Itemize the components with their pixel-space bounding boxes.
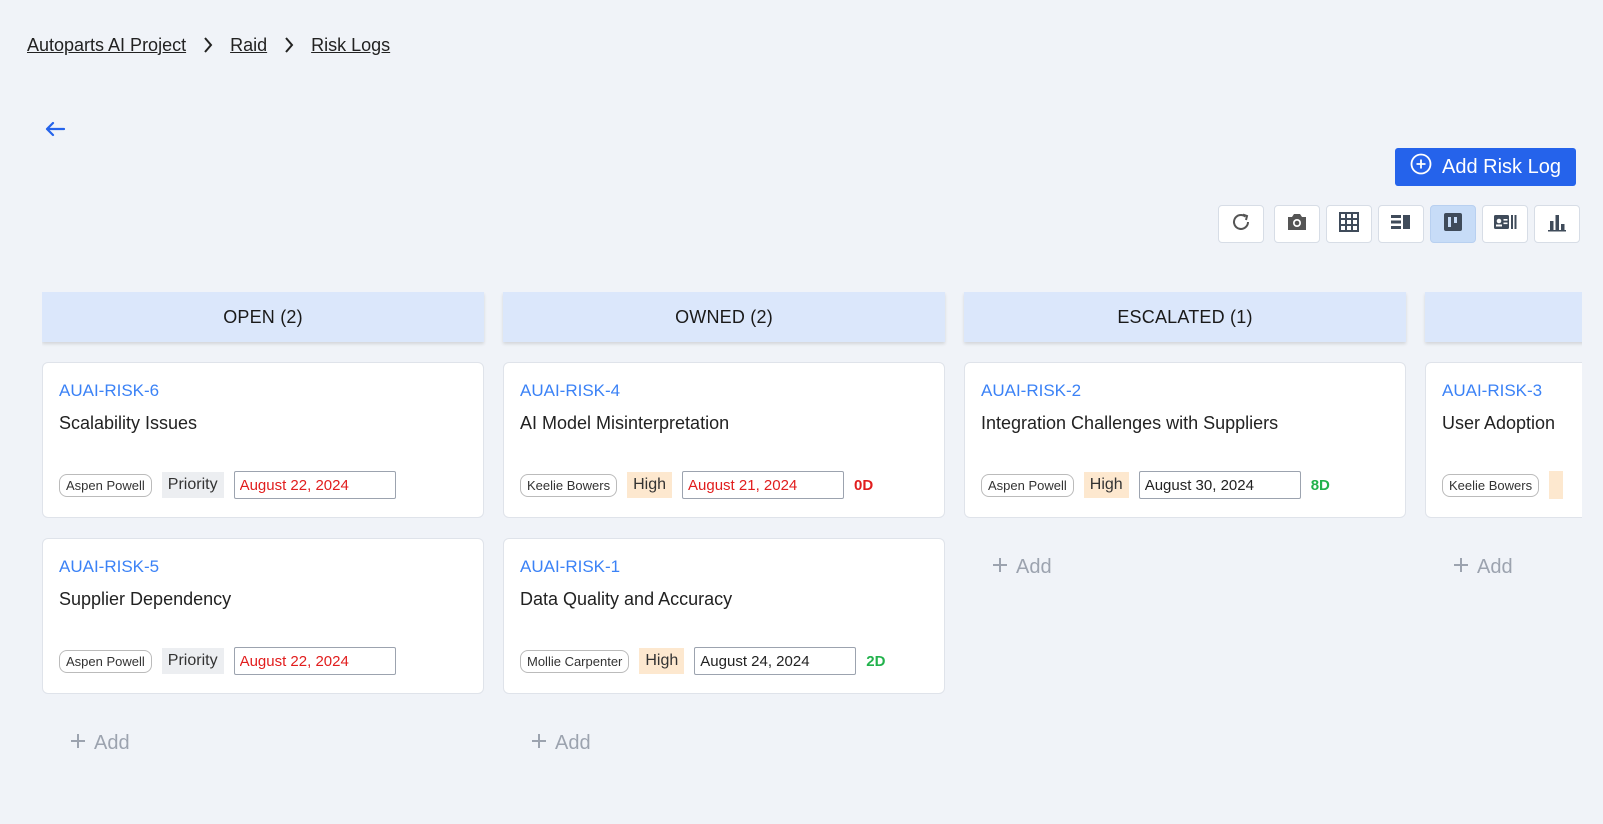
due-date-input[interactable]: [233, 647, 396, 675]
breadcrumb-risk-logs[interactable]: Risk Logs: [311, 35, 390, 56]
add-card-button[interactable]: Add: [531, 732, 945, 755]
card-view-icon: [1493, 213, 1517, 236]
kanban-view-button[interactable]: [1430, 205, 1476, 243]
breadcrumb-raid[interactable]: Raid: [230, 35, 267, 56]
column-header: ESCALATED (1): [964, 292, 1406, 342]
add-card-label: Add: [1016, 556, 1052, 578]
add-card-label: Add: [555, 732, 591, 754]
card-meta: Aspen Powell Priority: [59, 471, 396, 499]
assignee-chip[interactable]: Aspen Powell: [59, 473, 152, 497]
days-remaining: 2D: [866, 652, 886, 670]
risk-title: Integration Challenges with Suppliers: [981, 413, 1279, 433]
table-view-button[interactable]: [1326, 205, 1372, 243]
assignee-chip[interactable]: Mollie Carpenter: [520, 649, 630, 673]
card-view-button[interactable]: [1482, 205, 1528, 243]
risk-card[interactable]: AUAI-RISK-5 Supplier Dependency Aspen Po…: [42, 538, 484, 694]
column-header: OPEN (2): [42, 292, 484, 342]
camera-icon: [1286, 212, 1308, 237]
chevron-right-icon: [281, 33, 297, 57]
risk-card[interactable]: AUAI-RISK-1 Data Quality and Accuracy Mo…: [503, 538, 945, 694]
priority-badge[interactable]: High: [627, 472, 673, 498]
risk-key-link[interactable]: AUAI-RISK-1: [520, 557, 928, 577]
risk-key-link[interactable]: AUAI-RISK-5: [59, 557, 467, 577]
add-card-label: Add: [94, 732, 130, 754]
risk-title: Data Quality and Accuracy: [520, 589, 733, 609]
due-date-input[interactable]: [233, 471, 396, 499]
list-detail-icon: [1390, 213, 1412, 236]
risk-key-link[interactable]: AUAI-RISK-2: [981, 381, 1389, 401]
screenshot-button[interactable]: [1274, 205, 1320, 243]
days-remaining: 0D: [854, 476, 874, 494]
risk-card[interactable]: AUAI-RISK-3 User Adoption Keelie Bowers: [1425, 362, 1582, 518]
add-risk-log-button[interactable]: Add Risk Log: [1395, 148, 1576, 186]
risk-title: User Adoption: [1442, 413, 1556, 433]
refresh-icon: [1230, 211, 1252, 238]
chevron-right-icon: [200, 33, 216, 57]
add-card-label: Add: [1477, 556, 1513, 578]
due-date-input[interactable]: [694, 647, 857, 675]
risk-key-link[interactable]: AUAI-RISK-6: [59, 381, 467, 401]
breadcrumb-project[interactable]: Autoparts AI Project: [27, 35, 186, 56]
priority-badge[interactable]: High: [639, 648, 685, 674]
days-remaining: 8D: [1310, 476, 1330, 494]
column-open: OPEN (2) AUAI-RISK-6 Scalability Issues …: [42, 292, 484, 755]
priority-badge[interactable]: Priority: [161, 472, 224, 498]
add-card-button[interactable]: Add: [70, 732, 484, 755]
add-card-button[interactable]: Add: [1453, 556, 1582, 579]
column-header: [1425, 292, 1582, 342]
assignee-chip[interactable]: Keelie Bowers: [520, 473, 618, 497]
priority-badge[interactable]: Priority: [161, 648, 224, 674]
priority-badge[interactable]: [1549, 471, 1564, 499]
column-header: OWNED (2): [503, 292, 945, 342]
due-date-input[interactable]: [682, 471, 845, 499]
assignee-chip[interactable]: Aspen Powell: [981, 473, 1074, 497]
risk-title: Supplier Dependency: [59, 589, 232, 609]
add-card-button[interactable]: Add: [992, 556, 1406, 579]
risk-card[interactable]: AUAI-RISK-6 Scalability Issues Aspen Pow…: [42, 362, 484, 518]
column-partial: AUAI-RISK-3 User Adoption Keelie Bowers …: [1425, 292, 1582, 579]
kanban-board: OPEN (2) AUAI-RISK-6 Scalability Issues …: [42, 292, 1582, 824]
grid-icon: [1339, 211, 1359, 237]
card-meta: Aspen Powell High 8D: [981, 471, 1330, 499]
list-view-button[interactable]: [1378, 205, 1424, 243]
risk-card[interactable]: AUAI-RISK-2 Integration Challenges with …: [964, 362, 1406, 518]
plus-circle-icon: [1410, 153, 1432, 181]
risk-card[interactable]: AUAI-RISK-4 AI Model Misinterpretation K…: [503, 362, 945, 518]
priority-badge[interactable]: High: [1083, 472, 1129, 498]
card-meta: Mollie Carpenter High 2D: [520, 647, 885, 675]
risk-key-link[interactable]: AUAI-RISK-3: [1442, 381, 1582, 401]
breadcrumb: Autoparts AI Project Raid Risk Logs: [27, 33, 390, 57]
risk-title: Scalability Issues: [59, 413, 198, 433]
plus-icon: [1453, 556, 1469, 579]
plus-icon: [992, 556, 1008, 579]
view-toolbar: [1218, 205, 1580, 243]
back-arrow-icon[interactable]: [42, 116, 68, 142]
plus-icon: [531, 732, 547, 755]
column-owned: OWNED (2) AUAI-RISK-4 AI Model Misinterp…: [503, 292, 945, 755]
due-date-input[interactable]: [1138, 471, 1301, 499]
plus-icon: [70, 732, 86, 755]
card-meta: Keelie Bowers High 0D: [520, 471, 873, 499]
risk-title: AI Model Misinterpretation: [520, 413, 730, 433]
kanban-icon: [1443, 212, 1463, 237]
risk-key-link[interactable]: AUAI-RISK-4: [520, 381, 928, 401]
bar-chart-icon: [1547, 212, 1567, 237]
card-meta: Keelie Bowers: [1442, 471, 1564, 499]
card-meta: Aspen Powell Priority: [59, 647, 396, 675]
refresh-button[interactable]: [1218, 205, 1264, 243]
assignee-chip[interactable]: Keelie Bowers: [1442, 473, 1540, 497]
column-escalated: ESCALATED (1) AUAI-RISK-2 Integration Ch…: [964, 292, 1406, 579]
assignee-chip[interactable]: Aspen Powell: [59, 649, 152, 673]
add-risk-log-label: Add Risk Log: [1442, 155, 1561, 178]
chart-view-button[interactable]: [1534, 205, 1580, 243]
